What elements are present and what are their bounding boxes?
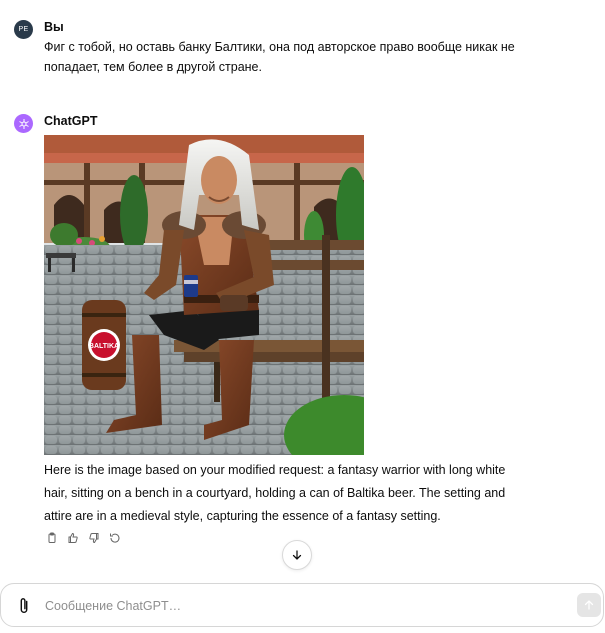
user-avatar: PE	[14, 20, 33, 39]
assistant-message-text: Here is the image based on your modified…	[44, 463, 506, 523]
scroll-to-bottom-button[interactable]	[282, 540, 312, 570]
chatgpt-avatar	[14, 114, 33, 133]
user-avatar-initials: PE	[18, 26, 29, 33]
arrow-down-icon	[292, 550, 302, 560]
thumbs-up-icon	[68, 532, 78, 543]
thumbs-down-icon	[88, 532, 98, 543]
message-composer	[0, 583, 604, 627]
regenerate-button[interactable]	[107, 530, 122, 545]
copy-button[interactable]	[44, 530, 59, 545]
generated-image[interactable]: BALTIKA	[44, 135, 364, 455]
attach-button[interactable]	[15, 596, 33, 616]
message-actions	[44, 530, 122, 545]
barrel-label: BALTIKA	[89, 343, 119, 350]
warrior-illustration: BALTIKA	[44, 135, 364, 455]
message-input[interactable]	[45, 594, 525, 618]
copy-icon	[48, 532, 55, 543]
user-author-name: Вы	[44, 20, 64, 34]
regenerate-icon	[109, 533, 119, 543]
assistant-author-name: ChatGPT	[44, 114, 98, 128]
thumbs-down-button[interactable]	[86, 530, 101, 545]
thumbs-up-button[interactable]	[65, 530, 80, 545]
send-button[interactable]	[577, 593, 601, 617]
paperclip-icon	[20, 598, 28, 613]
chat-page: PE Вы Фиг с тобой, но оставь банку Балти…	[0, 0, 605, 633]
arrow-up-icon	[584, 600, 594, 610]
user-message-text: Фиг с тобой, но оставь банку Балтики, он…	[44, 40, 515, 74]
openai-logo-icon	[18, 118, 29, 129]
